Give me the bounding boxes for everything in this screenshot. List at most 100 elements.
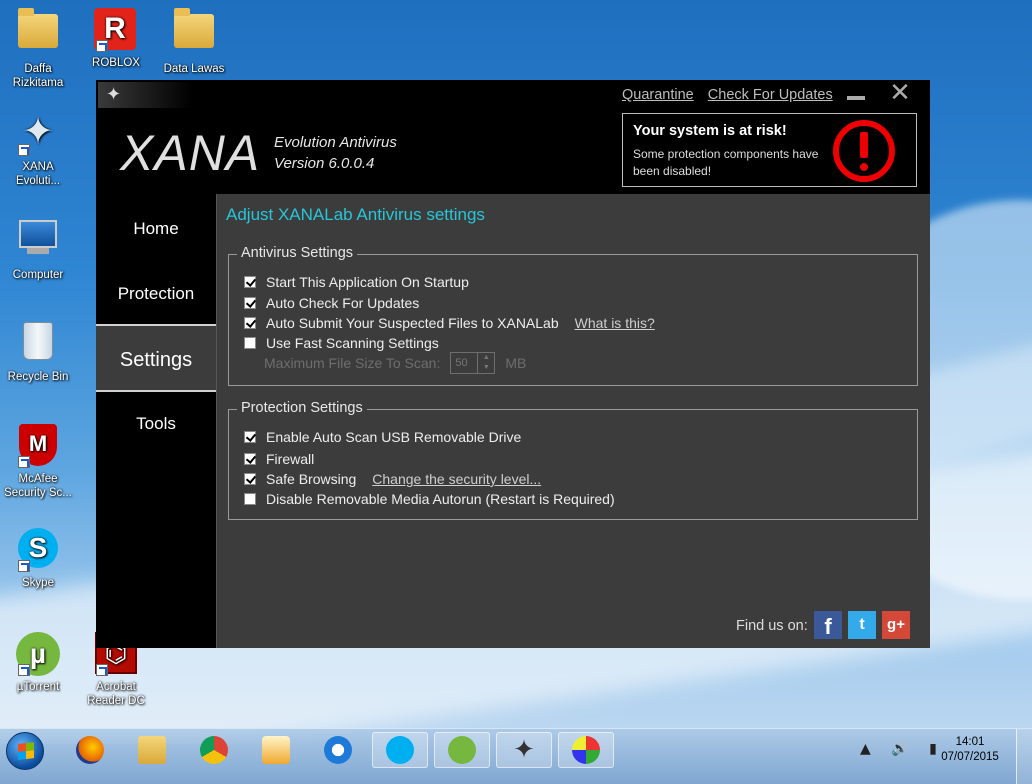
folder-icon xyxy=(172,8,216,58)
desktop-icon-data-folder[interactable]: Data Lawas Firefox xyxy=(158,8,230,76)
taskbar-paint[interactable] xyxy=(558,732,614,768)
clock-date: 07/07/2015 xyxy=(941,751,999,763)
taskbar-internet-explorer[interactable] xyxy=(310,732,366,768)
option-firewall[interactable]: Firewall xyxy=(244,450,314,468)
mcafee-shield-icon: M xyxy=(16,424,60,468)
taskbar-utorrent[interactable] xyxy=(434,732,490,768)
product-name: Evolution Antivirus xyxy=(274,134,397,151)
app-title-bar-icon: ✦ xyxy=(98,82,192,108)
alert-title: Your system is at risk! xyxy=(633,123,787,139)
max-file-size-input[interactable] xyxy=(451,353,478,373)
recycle-bin-icon xyxy=(16,322,60,366)
desktop-icon-skype[interactable]: S Skype xyxy=(2,528,74,590)
taskbar-chrome[interactable] xyxy=(186,732,242,768)
product-version: Version 6.0.0.4 xyxy=(274,155,375,172)
option-label: Auto Check For Updates xyxy=(266,295,420,311)
checkbox[interactable] xyxy=(244,276,256,288)
folder-icon xyxy=(138,736,166,764)
option-start-on-startup[interactable]: Start This Application On Startup xyxy=(244,273,469,291)
skype-icon xyxy=(386,736,414,764)
desktop-icon-label: Computer xyxy=(12,269,64,281)
show-desktop-button[interactable] xyxy=(1016,729,1032,784)
firefox-icon xyxy=(76,736,104,764)
option-label: Auto Submit Your Suspected Files to XANA… xyxy=(266,315,559,331)
roblox-icon: R xyxy=(94,8,138,52)
utorrent-icon xyxy=(448,736,476,764)
sidebar-nav: Home Protection Settings Tools xyxy=(96,194,216,648)
taskbar-media-player[interactable] xyxy=(248,732,304,768)
desktop-icon-label: Acrobat Reader DC xyxy=(87,681,145,707)
option-fast-scanning[interactable]: Use Fast Scanning Settings xyxy=(244,334,439,352)
alert-text: Some protection components have been dis… xyxy=(633,147,819,178)
checkbox[interactable] xyxy=(244,317,256,329)
start-button[interactable] xyxy=(6,732,44,770)
minimize-button[interactable] xyxy=(846,86,866,106)
close-button[interactable]: ✕ xyxy=(888,80,912,106)
xana-star-icon: ✦ xyxy=(106,84,122,105)
option-auto-check-updates[interactable]: Auto Check For Updates xyxy=(244,294,419,312)
google-plus-icon[interactable]: g+ xyxy=(882,611,910,639)
media-player-icon xyxy=(262,736,290,764)
nav-item-home[interactable]: Home xyxy=(96,219,216,239)
taskbar-firefox[interactable] xyxy=(62,732,118,768)
desktop-icon-roblox[interactable]: R ROBLOX Player xyxy=(80,8,152,70)
nav-item-protection[interactable]: Protection xyxy=(96,284,216,304)
settings-panel: Adjust XANALab Antivirus settings Antivi… xyxy=(216,194,930,648)
option-disable-autorun[interactable]: Disable Removable Media Autorun (Restart… xyxy=(244,490,615,508)
option-label: Safe Browsing xyxy=(266,471,357,487)
desktop-icon-xana[interactable]: ✦ XANA Evoluti... xyxy=(2,112,74,188)
twitter-icon[interactable]: t xyxy=(848,611,876,639)
quarantine-link[interactable]: Quarantine xyxy=(622,87,694,103)
checkbox[interactable] xyxy=(244,297,256,309)
utorrent-icon: µ xyxy=(16,632,60,676)
desktop-icon-utorrent[interactable]: µ µTorrent xyxy=(2,632,74,694)
option-auto-scan-usb[interactable]: Enable Auto Scan USB Removable Drive xyxy=(244,428,521,446)
antivirus-settings-group: Antivirus Settings Start This Applicatio… xyxy=(228,245,918,386)
desktop-icon-label: XANA Evoluti... xyxy=(15,161,61,187)
desktop-icon-mcafee[interactable]: M McAfee Security Sc... xyxy=(2,424,74,500)
desktop-icon-label: McAfee Security Sc... xyxy=(4,473,72,499)
clock-time: 14:01 xyxy=(955,736,985,748)
desktop-icon-computer[interactable]: Computer xyxy=(2,216,74,282)
desktop-icon-label: Skype xyxy=(22,577,54,589)
stepper-down-icon[interactable]: ▼ xyxy=(478,363,494,373)
what-is-this-link[interactable]: What is this? xyxy=(575,315,655,331)
protection-settings-group: Protection Settings Enable Auto Scan USB… xyxy=(228,400,918,520)
nav-item-settings[interactable]: Settings xyxy=(96,324,216,392)
internet-explorer-icon xyxy=(324,736,352,764)
app-header: ✦ XANA Evolution Antivirus Version 6.0.0… xyxy=(96,80,930,194)
taskbar-skype[interactable] xyxy=(372,732,428,768)
group-legend: Antivirus Settings xyxy=(237,245,358,261)
xana-antivirus-window: ✦ XANA Evolution Antivirus Version 6.0.0… xyxy=(96,80,930,648)
folder-icon xyxy=(16,8,60,58)
desktop-icon-label: Recycle Bin xyxy=(7,371,69,383)
skype-icon: S xyxy=(16,528,60,572)
check-updates-link[interactable]: Check For Updates xyxy=(708,87,833,103)
facebook-icon[interactable]: f xyxy=(814,611,842,639)
option-label: Disable Removable Media Autorun (Restart… xyxy=(266,491,615,507)
clock[interactable]: 14:01 07/07/2015 xyxy=(930,735,1010,765)
option-safe-browsing[interactable]: Safe Browsing Change the security level.… xyxy=(244,470,541,488)
max-file-size-stepper[interactable]: ▲ ▼ xyxy=(450,352,496,374)
taskbar-xana[interactable]: ✦ xyxy=(496,732,552,768)
checkbox[interactable] xyxy=(244,431,256,443)
option-auto-submit-files[interactable]: Auto Submit Your Suspected Files to XANA… xyxy=(244,314,655,332)
option-label: Start This Application On Startup xyxy=(266,274,469,290)
taskbar: ✦ ▲ 🔊 ▮ 14:01 07/07/2015 xyxy=(0,728,1032,784)
checkbox[interactable] xyxy=(244,493,256,505)
desktop-icon-label: ROBLOX Player xyxy=(92,57,140,69)
desktop-icon-user-folder[interactable]: Daffa Rizkitama xyxy=(2,8,74,90)
chrome-icon xyxy=(200,736,228,764)
checkbox[interactable] xyxy=(244,337,256,349)
taskbar-explorer[interactable] xyxy=(124,732,180,768)
desktop-icon-recycle-bin[interactable]: Recycle Bin xyxy=(2,320,74,384)
nav-item-tools[interactable]: Tools xyxy=(96,414,216,434)
checkbox[interactable] xyxy=(244,473,256,485)
stepper-up-icon[interactable]: ▲ xyxy=(478,353,494,363)
change-security-level-link[interactable]: Change the security level... xyxy=(372,471,541,487)
max-file-size-unit: MB xyxy=(505,355,527,371)
risk-alert[interactable]: Your system is at risk! Some protection … xyxy=(622,113,917,187)
checkbox[interactable] xyxy=(244,453,256,465)
desktop-icon-label: µTorrent xyxy=(16,681,60,693)
max-file-size-label: Maximum File Size To Scan: xyxy=(264,355,441,371)
